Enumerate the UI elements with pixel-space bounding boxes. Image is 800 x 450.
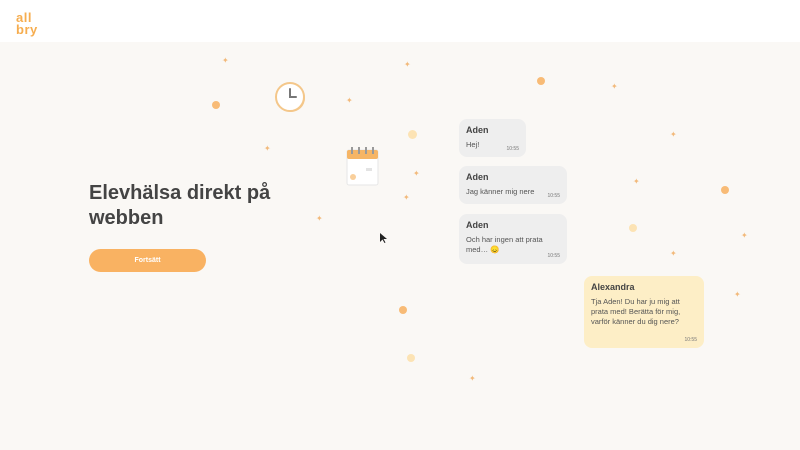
clock-icon [275,82,305,112]
sparkle-icon: ✦ [670,130,677,139]
hero-title: Elevhälsa direkt på webben [89,182,271,229]
message-time: 10:55 [684,337,697,343]
decor-dot [399,306,407,314]
sparkle-icon: ✦ [403,193,410,202]
decor-dot [408,130,417,139]
sparkle-icon: ✦ [670,249,677,258]
message-time: 10:55 [506,146,519,152]
header-bar: all bry [0,0,800,42]
message-text: Och har ingen att prata med… 😞 [466,235,543,254]
sender-name: Aden [466,172,489,182]
message-time: 10:55 [547,193,560,199]
chat-bubble: Aden Och har ingen att prata med… 😞 10:5… [459,214,567,264]
sparkle-icon: ✦ [633,177,640,186]
message-time: 10:55 [547,253,560,259]
allbry-logo[interactable]: all bry [16,11,42,37]
sparkle-icon: ✦ [222,56,229,65]
decor-dot [629,224,637,232]
sender-name: Aden [466,125,489,135]
decor-dot [721,186,729,194]
sparkle-icon: ✦ [741,231,748,240]
chat-bubble-reply: Alexandra Tja Aden! Du har ju mig att pr… [584,276,704,348]
logo-line-2: bry [16,22,38,37]
sparkle-icon: ✦ [413,169,420,178]
sparkle-icon: ✦ [346,96,353,105]
cursor-icon [380,233,387,243]
message-text: Tja Aden! Du har ju mig att prata med! B… [591,297,681,326]
chat-bubble: Aden Hej! 10:55 [459,119,526,157]
sender-name: Aden [466,220,489,230]
calendar-icon [346,147,379,186]
continue-button[interactable]: Fortsätt [89,249,206,272]
sparkle-icon: ✦ [611,82,618,91]
sparkle-icon: ✦ [469,374,476,383]
chat-bubble: Aden Jag känner mig nere 10:55 [459,166,567,204]
decor-dot [537,77,545,85]
sparkle-icon: ✦ [734,290,741,299]
sparkle-icon: ✦ [264,144,271,153]
sparkle-icon: ✦ [404,60,411,69]
decor-dot [407,354,415,362]
decor-dot [212,101,220,109]
sender-name: Alexandra [591,282,635,292]
